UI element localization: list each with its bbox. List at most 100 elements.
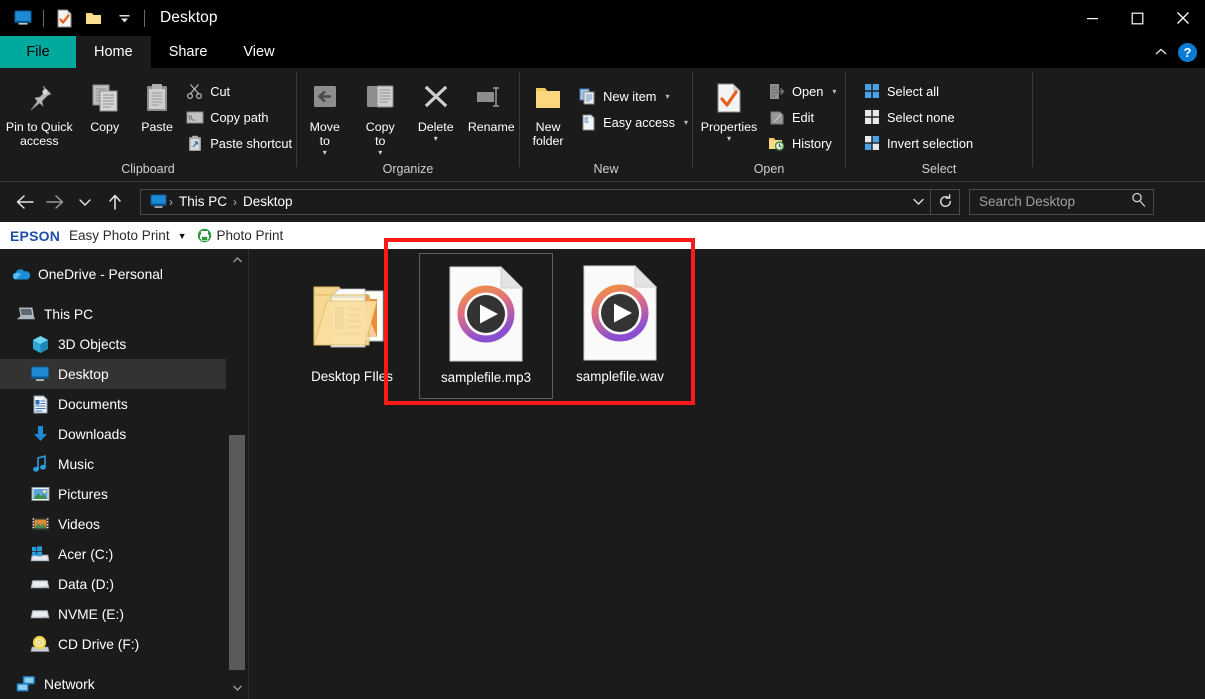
- minimize-button[interactable]: [1070, 0, 1115, 36]
- breadcrumb-item-this-pc[interactable]: This PC: [175, 194, 231, 209]
- file-list-view[interactable]: Desktop FIles: [249, 249, 1205, 699]
- this-pc-icon: [16, 304, 36, 324]
- pin-to-quick-access-button[interactable]: Pin to Quick access: [0, 75, 79, 148]
- easy-access-caret-icon[interactable]: ▾: [684, 118, 688, 127]
- sidebar-item-music[interactable]: Music: [0, 449, 226, 479]
- rename-button[interactable]: Rename: [464, 75, 520, 134]
- easy-access-button[interactable]: Easy access ▾: [576, 110, 692, 134]
- open-button[interactable]: Open ▾: [765, 79, 840, 103]
- new-item-caret-icon[interactable]: ▾: [665, 92, 669, 101]
- list-item[interactable]: samplefile.mp3: [419, 253, 553, 399]
- scrollbar-track[interactable]: [226, 271, 248, 677]
- invert-selection-button[interactable]: Invert selection: [860, 131, 977, 155]
- new-folder-icon[interactable]: [79, 4, 109, 32]
- sidebar-item-cd-drive-f[interactable]: CD Drive (F:): [0, 629, 226, 659]
- file-grid: Desktop FIles: [285, 253, 687, 399]
- window-controls: [1070, 0, 1205, 36]
- breadcrumb-item-desktop[interactable]: Desktop: [239, 194, 297, 209]
- open-caret-icon[interactable]: ▾: [832, 87, 836, 96]
- sidebar-item-label: 3D Objects: [58, 337, 126, 352]
- sidebar-item-label: Network: [44, 677, 95, 692]
- sidebar-item-acer-c[interactable]: Acer (C:): [0, 539, 226, 569]
- forward-button[interactable]: [40, 186, 70, 218]
- edit-button[interactable]: Edit: [765, 105, 840, 129]
- help-button[interactable]: ?: [1178, 43, 1197, 62]
- chevron-down-icon[interactable]: [906, 190, 930, 214]
- new-folder-button[interactable]: New folder: [520, 75, 576, 148]
- copy-to-caret-icon[interactable]: ▾: [378, 150, 382, 156]
- maximize-button[interactable]: [1115, 0, 1160, 36]
- tab-share[interactable]: Share: [151, 36, 226, 68]
- tab-view[interactable]: View: [225, 36, 292, 68]
- epson-toolbar: EPSON Easy Photo Print ▼ Photo Print: [0, 222, 1205, 249]
- close-button[interactable]: [1160, 0, 1205, 36]
- photo-print-label[interactable]: Photo Print: [217, 228, 284, 243]
- properties-caret-icon[interactable]: ▾: [727, 136, 731, 142]
- select-all-label: Select all: [887, 84, 939, 99]
- select-small-buttons: Select all Select none: [846, 75, 977, 155]
- move-to-icon: [309, 79, 341, 117]
- properties-icon[interactable]: [49, 4, 79, 32]
- list-item[interactable]: Desktop FIles: [285, 253, 419, 399]
- window-title: Desktop: [160, 9, 218, 27]
- back-button[interactable]: [10, 186, 40, 218]
- rename-label: Rename: [468, 120, 515, 134]
- select-all-button[interactable]: Select all: [860, 79, 977, 103]
- scrollbar-thumb[interactable]: [229, 435, 245, 670]
- sidebar-item-3d-objects[interactable]: 3D Objects: [0, 329, 226, 359]
- history-button[interactable]: History: [765, 131, 840, 155]
- sidebar-item-label: Pictures: [58, 487, 108, 502]
- properties-label: Properties: [701, 120, 757, 134]
- easy-photo-print-menu[interactable]: Easy Photo Print: [69, 228, 170, 243]
- scroll-down-arrow-icon[interactable]: [226, 677, 248, 699]
- ribbon-group-select: Select all Select none: [846, 68, 1032, 182]
- tab-file[interactable]: File: [0, 36, 76, 68]
- chevron-up-icon[interactable]: [1148, 39, 1174, 65]
- sidebar-item-onedrive[interactable]: OneDrive - Personal: [0, 259, 226, 289]
- copy-button[interactable]: Copy: [79, 75, 131, 134]
- history-label: History: [792, 136, 832, 151]
- photo-print-icon[interactable]: [197, 228, 212, 243]
- pin-icon: [23, 79, 55, 117]
- recent-locations-button[interactable]: [70, 186, 100, 218]
- copy-to-button[interactable]: Copy to ▾: [353, 75, 409, 156]
- search-input[interactable]: Search Desktop: [969, 189, 1154, 215]
- new-item-button[interactable]: New item ▾: [576, 84, 692, 108]
- sidebar-item-downloads[interactable]: Downloads: [0, 419, 226, 449]
- sidebar-item-nvme-e[interactable]: NVME (E:): [0, 599, 226, 629]
- sidebar-item-this-pc[interactable]: This PC: [0, 299, 226, 329]
- delete-caret-icon[interactable]: ▾: [434, 136, 438, 142]
- list-item[interactable]: samplefile.wav: [553, 253, 687, 399]
- scroll-up-arrow-icon[interactable]: [226, 249, 248, 271]
- move-to-button[interactable]: Move to ▾: [297, 75, 353, 156]
- copy-to-label: Copy to: [366, 120, 395, 148]
- desktop-icon[interactable]: [8, 4, 38, 32]
- copy-path-button[interactable]: \\.. Copy path: [183, 105, 296, 129]
- cut-button[interactable]: Cut: [183, 79, 296, 103]
- sidebar-item-desktop[interactable]: Desktop: [0, 359, 226, 389]
- move-to-caret-icon[interactable]: ▾: [323, 150, 327, 156]
- sidebar-item-data-d[interactable]: Data (D:): [0, 569, 226, 599]
- tab-home[interactable]: Home: [76, 36, 151, 68]
- up-button[interactable]: [100, 186, 130, 218]
- epson-caret-icon[interactable]: ▼: [178, 231, 187, 241]
- sidebar-item-documents[interactable]: Documents: [0, 389, 226, 419]
- paste-button[interactable]: Paste: [131, 75, 183, 134]
- sidebar-item-videos[interactable]: Videos: [0, 509, 226, 539]
- ribbon-group-open: Properties ▾ Open ▾: [693, 68, 845, 182]
- refresh-button[interactable]: [931, 190, 959, 214]
- customize-caret-icon[interactable]: [109, 4, 139, 32]
- open-small-buttons: Open ▾ Edit: [765, 75, 840, 155]
- sidebar-item-pictures[interactable]: Pictures: [0, 479, 226, 509]
- search-icon[interactable]: [1131, 192, 1146, 212]
- select-none-button[interactable]: Select none: [860, 105, 977, 129]
- paste-shortcut-button[interactable]: Paste shortcut: [183, 131, 296, 155]
- sidebar-item-network[interactable]: Network: [0, 669, 226, 699]
- navigation-pane-scrollbar[interactable]: [226, 249, 248, 699]
- invert-selection-icon: [862, 134, 881, 153]
- drive-icon: [30, 574, 50, 594]
- breadcrumb[interactable]: › This PC › Desktop: [140, 189, 960, 215]
- properties-button[interactable]: Properties ▾: [693, 75, 765, 142]
- ribbon-separator-5: [1032, 72, 1033, 167]
- delete-button[interactable]: Delete ▾: [408, 75, 464, 142]
